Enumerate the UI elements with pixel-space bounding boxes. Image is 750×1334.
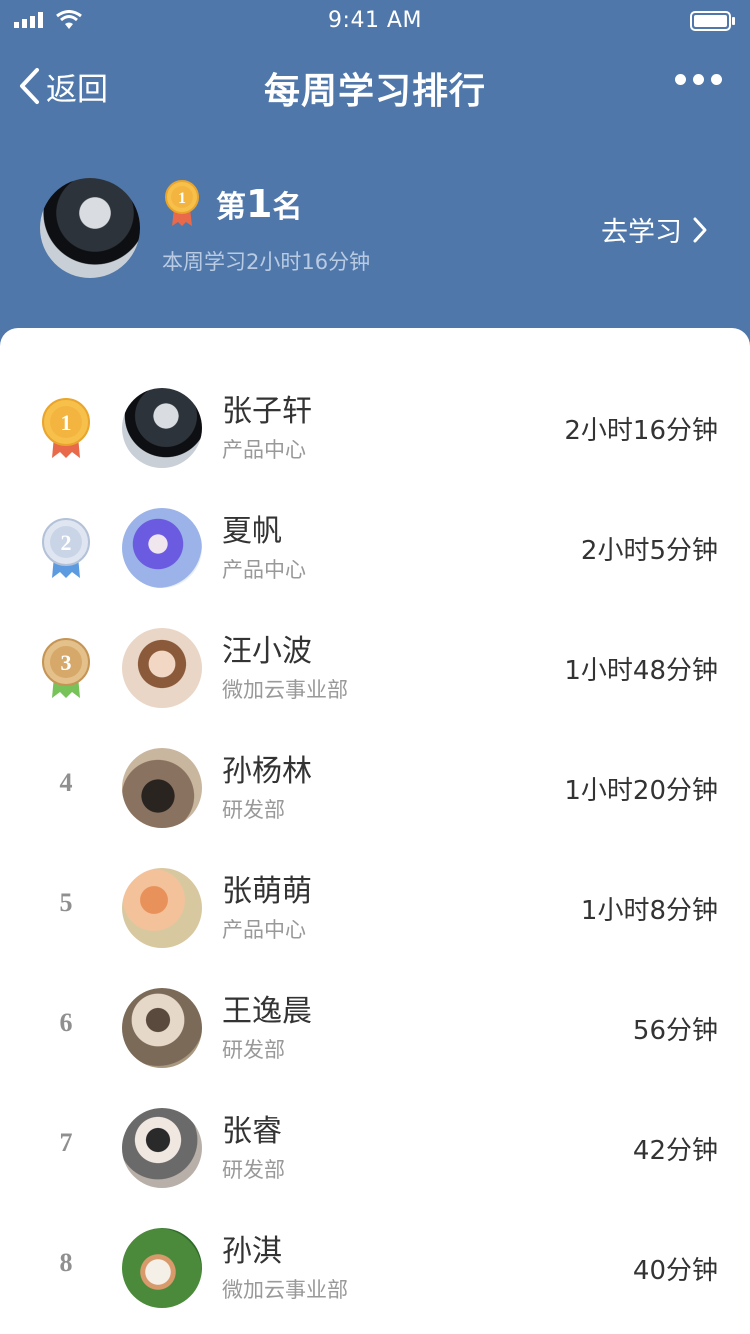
ranking-row[interactable]: 3 汪小波 微加云事业部 1小时48分钟 xyxy=(0,628,750,748)
rank-number: 7 xyxy=(59,1128,73,1157)
ranking-row[interactable]: 8 孙淇 微加云事业部 40分钟 xyxy=(0,1228,750,1334)
page-title: 每周学习排行 xyxy=(263,71,486,112)
my-rank-text: 第1名 xyxy=(216,182,302,226)
user-department: 微加云事业部 xyxy=(222,1278,348,1302)
more-dot xyxy=(711,74,722,85)
more-dot xyxy=(675,74,686,85)
user-department: 微加云事业部 xyxy=(222,678,348,702)
user-department: 研发部 xyxy=(222,1038,285,1062)
avatar xyxy=(122,748,202,828)
avatar xyxy=(122,988,202,1068)
avatar xyxy=(122,1108,202,1188)
status-time: 9:41 AM xyxy=(328,8,422,33)
rank-number: 4 xyxy=(59,768,73,797)
ranking-row[interactable]: 1 张子轩 产品中心 2小时16分钟 xyxy=(0,388,750,508)
user-department: 产品中心 xyxy=(222,918,306,942)
user-name: 张萌萌 xyxy=(222,874,312,909)
rank-prefix: 第 xyxy=(216,190,246,225)
go-study-label: 去学习 xyxy=(601,217,682,248)
user-department: 研发部 xyxy=(222,1158,285,1182)
user-name: 张睿 xyxy=(222,1114,282,1149)
user-department: 产品中心 xyxy=(222,558,306,582)
avatar xyxy=(122,388,202,468)
nav-bar: 返回 每周学习排行 xyxy=(0,48,750,124)
rank-number: 6 xyxy=(59,1008,73,1037)
avatar xyxy=(122,628,202,708)
gold-medal-icon: 1 xyxy=(42,398,90,458)
study-time: 56分钟 xyxy=(632,1016,718,1046)
avatar xyxy=(122,508,202,588)
go-study-button[interactable]: 去学习 xyxy=(601,210,708,249)
my-rank-summary: 1 第1名 本周学习2小时16分钟 去学习 xyxy=(0,170,750,290)
study-time: 42分钟 xyxy=(632,1136,718,1166)
medal-rank-number: 2 xyxy=(61,530,72,555)
study-time: 1小时8分钟 xyxy=(580,896,718,926)
study-time: 2小时5分钟 xyxy=(580,536,718,566)
study-time: 1小时20分钟 xyxy=(564,776,718,806)
rank-suffix: 名 xyxy=(272,190,303,225)
user-name: 夏帆 xyxy=(222,514,282,549)
gold-medal-icon: 1 xyxy=(165,180,199,226)
avatar xyxy=(122,1228,202,1308)
more-dot xyxy=(693,74,704,85)
user-department: 产品中心 xyxy=(222,438,306,462)
ranking-row[interactable]: 6 王逸晨 研发部 56分钟 xyxy=(0,988,750,1108)
ranking-row[interactable]: 2 夏帆 产品中心 2小时5分钟 xyxy=(0,508,750,628)
avatar xyxy=(122,868,202,948)
rank-number: 5 xyxy=(59,888,73,917)
chevron-right-icon xyxy=(693,217,707,242)
ranking-list: 1 张子轩 产品中心 2小时16分钟 2 夏帆 产品中心 2小时5分钟 3 汪小… xyxy=(0,328,750,1334)
ranking-row[interactable]: 4 孙杨林 研发部 1小时20分钟 xyxy=(0,748,750,868)
user-name: 孙淇 xyxy=(222,1234,282,1269)
medal-rank-number: 1 xyxy=(61,410,72,435)
my-avatar xyxy=(40,178,140,278)
svg-text:1: 1 xyxy=(178,190,186,207)
status-bar: 9:41 AM xyxy=(0,0,750,40)
user-name: 汪小波 xyxy=(222,634,312,669)
user-name: 王逸晨 xyxy=(222,994,312,1029)
rank-value: 1 xyxy=(246,182,273,226)
ranking-row[interactable]: 7 张睿 研发部 42分钟 xyxy=(0,1108,750,1228)
study-time: 1小时48分钟 xyxy=(564,656,718,686)
more-button[interactable] xyxy=(675,74,722,85)
study-time: 40分钟 xyxy=(632,1256,718,1286)
battery-icon xyxy=(690,11,735,31)
rank-number: 8 xyxy=(59,1248,73,1277)
silver-medal-icon: 2 xyxy=(42,518,90,578)
bronze-medal-icon: 3 xyxy=(42,638,90,698)
user-department: 研发部 xyxy=(222,798,285,822)
weekly-study-summary: 本周学习2小时16分钟 xyxy=(162,250,371,274)
user-name: 孙杨林 xyxy=(222,754,312,789)
ranking-row[interactable]: 5 张萌萌 产品中心 1小时8分钟 xyxy=(0,868,750,988)
study-time: 2小时16分钟 xyxy=(564,416,718,446)
medal-rank-number: 3 xyxy=(61,650,72,675)
user-name: 张子轩 xyxy=(222,394,312,429)
